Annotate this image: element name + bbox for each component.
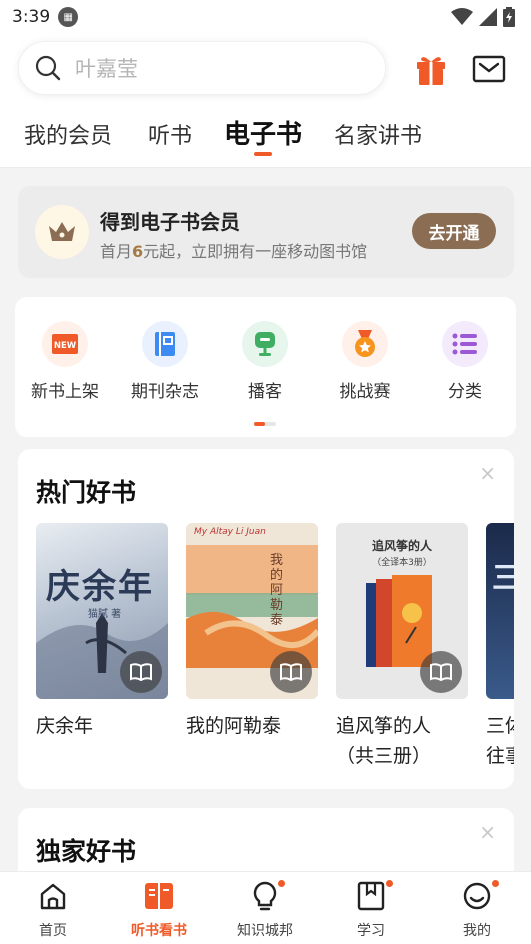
book-card[interactable]: My Altay Li Juan 我的阿勒泰 我的阿勒泰 xyxy=(186,523,318,741)
book-card[interactable]: 追风筝的人 （全译本3册） 追风筝的人 （共三册） xyxy=(336,523,468,771)
cover-title: 庆余年 xyxy=(46,567,154,607)
category-podcast[interactable]: 播客 xyxy=(215,321,315,402)
book-icon xyxy=(106,880,212,912)
mail-icon[interactable] xyxy=(472,54,506,84)
gift-icon[interactable] xyxy=(415,52,447,86)
status-bar: 3:39 ▦ xyxy=(0,0,531,34)
section-title: 独家好书 xyxy=(36,837,137,866)
close-icon[interactable]: × xyxy=(479,820,496,844)
search-input[interactable]: 叶嘉莹 xyxy=(18,41,386,95)
read-book-icon[interactable] xyxy=(120,651,162,693)
read-book-icon[interactable] xyxy=(420,651,462,693)
tab-ebook[interactable]: 电子书 xyxy=(224,114,302,151)
nav-study[interactable]: 学习 xyxy=(318,880,424,940)
nav-label: 学习 xyxy=(357,923,385,939)
profile-icon xyxy=(424,880,530,912)
page-indicator xyxy=(254,422,276,426)
cover-title: 三体 xyxy=(492,561,514,596)
crown-icon xyxy=(35,205,89,259)
category-label: 新书上架 xyxy=(31,382,99,402)
new-icon: NEW xyxy=(42,321,88,367)
list-icon xyxy=(442,321,488,367)
cover-title: 我的阿勒泰 xyxy=(270,553,284,628)
wifi-icon xyxy=(451,8,473,25)
nav-profile[interactable]: 我的 xyxy=(424,880,530,940)
hot-books-section: 热门好书 × 庆余年 猫腻 著 庆余年 My Altay Li Juan 我的阿… xyxy=(18,449,514,789)
book-cover: 庆余年 猫腻 著 xyxy=(36,523,168,699)
book-title: 庆余年 xyxy=(36,715,94,737)
category-classification[interactable]: 分类 xyxy=(415,321,515,402)
cover-subtitle: My Altay Li Juan xyxy=(194,527,266,537)
section-title: 热门好书 xyxy=(36,478,137,507)
nav-label: 听书看书 xyxy=(131,923,187,939)
cover-author: 猫腻 著 xyxy=(88,609,122,620)
header: 叶嘉莹 我的会员 听书 电子书 名家讲书 xyxy=(0,34,531,168)
magazine-icon xyxy=(142,321,188,367)
book-title: 我的阿勒泰 xyxy=(186,715,282,737)
close-icon[interactable]: × xyxy=(479,461,496,485)
membership-title: 得到电子书会员 xyxy=(100,210,240,234)
cover-subtitle: （全译本3册） xyxy=(372,558,432,568)
book-cover: My Altay Li Juan 我的阿勒泰 xyxy=(186,523,318,699)
nav-label: 我的 xyxy=(463,923,491,939)
category-grid: NEW 新书上架 期刊杂志 播客 挑战赛 分类 xyxy=(15,297,516,437)
status-time: 3:39 xyxy=(12,7,51,27)
category-label: 播客 xyxy=(248,382,282,402)
nav-home[interactable]: 首页 xyxy=(0,880,106,940)
search-placeholder: 叶嘉莹 xyxy=(75,57,138,81)
active-tab-indicator xyxy=(254,152,272,156)
membership-subtitle: 首月6元起，立即拥有一座移动图书馆 xyxy=(100,238,367,262)
medal-icon xyxy=(342,321,388,367)
notification-dot xyxy=(278,880,285,887)
read-book-icon[interactable] xyxy=(270,651,312,693)
book-card[interactable]: 三体 三体 往事 xyxy=(486,523,514,771)
book-title: 三体 往事 xyxy=(486,715,514,767)
notification-dot xyxy=(492,880,499,887)
search-icon xyxy=(35,55,61,81)
book-card[interactable]: 庆余年 猫腻 著 庆余年 xyxy=(36,523,168,741)
category-magazines[interactable]: 期刊杂志 xyxy=(115,321,215,402)
subtitle-price: 6 xyxy=(132,242,144,261)
tab-bar: 我的会员 听书 电子书 名家讲书 xyxy=(0,112,531,166)
tab-audiobook[interactable]: 听书 xyxy=(148,118,192,150)
nav-listen-read[interactable]: 听书看书 xyxy=(106,880,212,940)
podcast-icon xyxy=(242,321,288,367)
category-label: 挑战赛 xyxy=(339,382,391,402)
category-challenge[interactable]: 挑战赛 xyxy=(315,321,415,402)
page-indicator-active xyxy=(254,422,265,426)
svg-text:NEW: NEW xyxy=(54,341,77,351)
tab-famous-talks[interactable]: 名家讲书 xyxy=(334,118,422,150)
category-label: 分类 xyxy=(448,382,482,402)
nav-label: 知识城邦 xyxy=(237,923,293,939)
category-new-books[interactable]: NEW 新书上架 xyxy=(15,321,115,402)
notification-dot xyxy=(386,880,393,887)
book-title: 追风筝的人 （共三册） xyxy=(336,715,432,767)
subtitle-prefix: 首月 xyxy=(100,242,133,261)
open-membership-button[interactable]: 去开通 xyxy=(412,213,496,249)
nav-knowledge-city[interactable]: 知识城邦 xyxy=(212,880,318,940)
book-cover: 追风筝的人 （全译本3册） xyxy=(336,523,468,699)
tab-my-membership[interactable]: 我的会员 xyxy=(24,118,112,150)
cover-title: 追风筝的人 xyxy=(371,539,432,553)
bulb-icon xyxy=(212,880,318,912)
nav-label: 首页 xyxy=(39,923,67,939)
home-icon xyxy=(0,880,106,912)
subtitle-suffix: 元起，立即拥有一座移动图书馆 xyxy=(143,242,368,261)
battery-icon xyxy=(503,7,515,27)
divider xyxy=(0,167,531,168)
status-icons xyxy=(451,7,515,27)
bottom-nav: 首页 听书看书 知识城邦 学习 我的 xyxy=(0,871,531,944)
book-cover: 三体 xyxy=(486,523,514,699)
category-label: 期刊杂志 xyxy=(131,382,199,402)
notification-icon: ▦ xyxy=(58,7,79,27)
study-icon xyxy=(318,880,424,912)
membership-banner[interactable]: 得到电子书会员 首月6元起，立即拥有一座移动图书馆 去开通 xyxy=(18,186,514,278)
signal-icon xyxy=(479,8,497,26)
